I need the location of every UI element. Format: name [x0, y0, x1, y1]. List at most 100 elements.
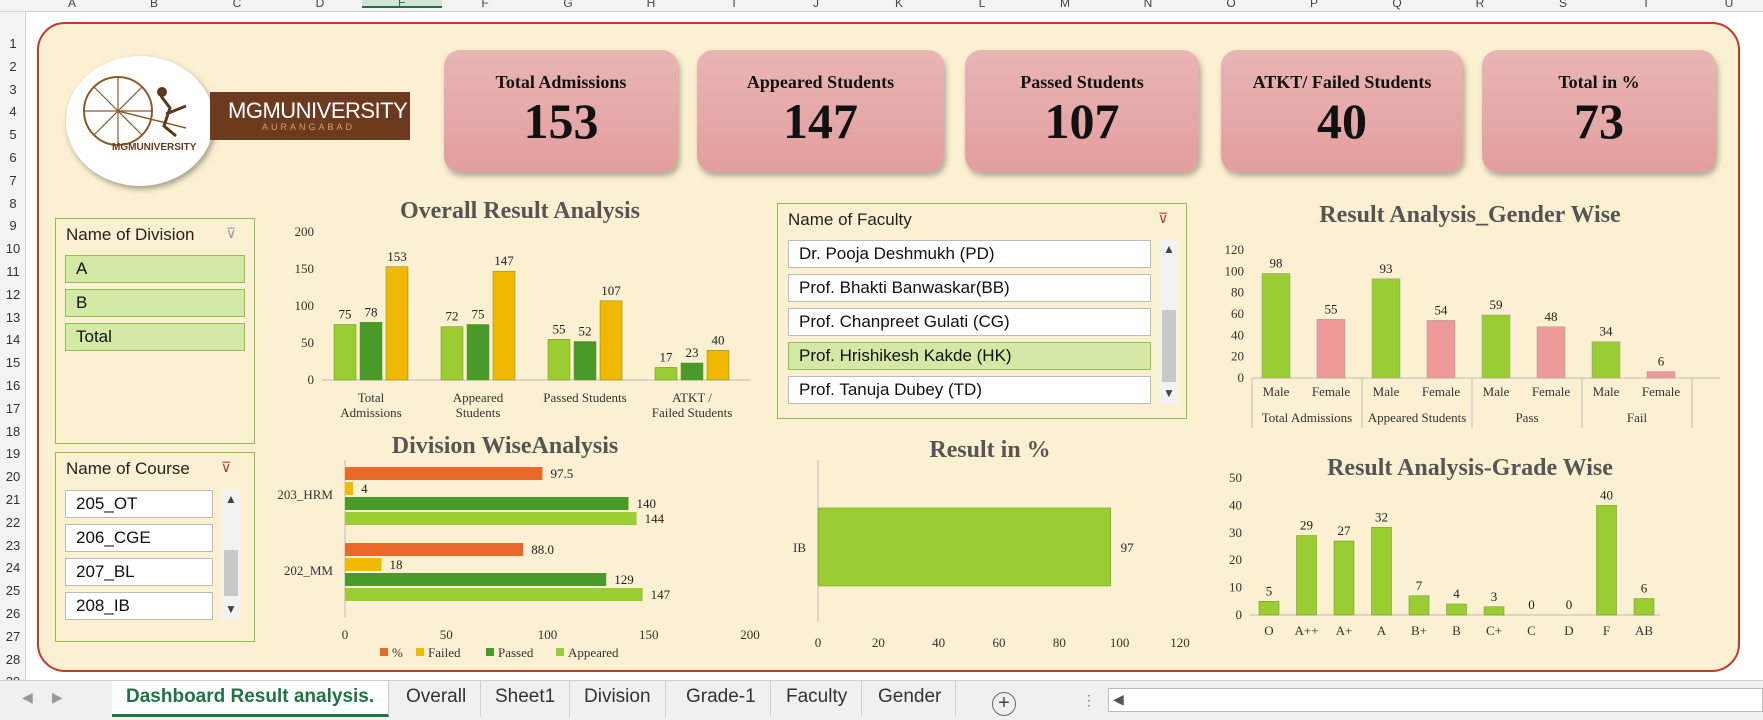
scroll-up-icon[interactable]: ▲ [1163, 242, 1175, 256]
category-label: Female [1642, 384, 1680, 399]
faculty-item-cg[interactable]: Prof. Chanpreet Gulati (CG) [788, 308, 1151, 336]
row-label[interactable]: 26 [0, 606, 26, 621]
row-label[interactable]: 25 [0, 583, 26, 598]
column-label[interactable]: P [1274, 0, 1354, 10]
kpi-appeared-students: Appeared Students 147 [697, 50, 944, 172]
clear-filter-icon[interactable]: ⊽ [1158, 210, 1176, 228]
column-label[interactable]: R [1440, 0, 1520, 10]
category-label: Female [1312, 384, 1350, 399]
row-label[interactable]: 6 [0, 150, 26, 165]
scroll-thumb[interactable] [1162, 310, 1176, 382]
row-label[interactable]: 22 [0, 515, 26, 530]
column-label[interactable]: D [280, 0, 360, 10]
tab-division[interactable]: Division [570, 681, 666, 717]
row-label[interactable]: 24 [0, 560, 26, 575]
kpi-total-admissions: Total Admissions 153 [444, 50, 678, 172]
category-label: 202_MM [284, 563, 334, 578]
column-label[interactable]: I [694, 0, 774, 10]
tab-faculty[interactable]: Faculty [772, 681, 863, 717]
tab-dashboard[interactable]: Dashboard Result analysis. [112, 681, 390, 717]
column-label[interactable]: U [1689, 0, 1763, 10]
tab-scroll-right-icon[interactable]: ▶ [52, 689, 63, 706]
row-label[interactable]: 1 [0, 36, 26, 51]
scroll-up-icon[interactable]: ▲ [225, 492, 237, 506]
slicer-scrollbar[interactable]: ▲ ▼ [222, 490, 240, 620]
tab-grade-1[interactable]: Grade-1 [672, 681, 771, 717]
row-label[interactable]: 20 [0, 469, 26, 484]
row-label[interactable]: 13 [0, 310, 26, 325]
more-tabs-icon[interactable]: ⋮ [1082, 692, 1096, 709]
data-label: 6 [1658, 354, 1665, 369]
column-label[interactable]: F [445, 0, 525, 10]
slicer-title: Name of Faculty [788, 210, 912, 229]
scroll-down-icon[interactable]: ▼ [225, 602, 237, 616]
row-label[interactable]: 2 [0, 59, 26, 74]
column-label[interactable]: Q [1357, 0, 1437, 10]
row-label[interactable]: 28 [0, 652, 26, 667]
row-label[interactable]: 12 [0, 287, 26, 302]
faculty-item-hk[interactable]: Prof. Hrishikesh Kakde (HK) [788, 342, 1151, 370]
row-label[interactable]: 17 [0, 401, 26, 416]
course-slicer: Name of Course ⊽ 205_OT 206_CGE 207_BL 2… [55, 452, 255, 642]
slicer-item-208-ib[interactable]: 208_IB [65, 592, 213, 620]
row-label[interactable]: 9 [0, 218, 26, 233]
slicer-scrollbar[interactable]: ▲ ▼ [1160, 240, 1178, 404]
row-label[interactable]: 5 [0, 127, 26, 142]
row-label[interactable]: 15 [0, 355, 26, 370]
category-label: Male [1373, 384, 1400, 399]
clear-filter-icon[interactable]: ⊽ [226, 225, 244, 243]
row-label[interactable]: 19 [0, 446, 26, 461]
column-label[interactable]: T [1606, 0, 1686, 10]
slicer-item-205-ot[interactable]: 205_OT [65, 490, 213, 518]
row-label[interactable]: 21 [0, 492, 26, 507]
data-label: 7 [1416, 578, 1423, 593]
slicer-item-b[interactable]: B [65, 289, 245, 317]
faculty-item-pd[interactable]: Dr. Pooja Deshmukh (PD) [788, 240, 1151, 268]
row-label[interactable]: 14 [0, 332, 26, 347]
row-label[interactable]: 23 [0, 538, 26, 553]
bar [1536, 326, 1566, 379]
tab-scroll-left-icon[interactable]: ◀ [22, 689, 33, 706]
tab-overall[interactable]: Overall [392, 681, 482, 717]
column-label[interactable]: C [197, 0, 277, 10]
row-label[interactable]: 3 [0, 82, 26, 97]
add-sheet-icon[interactable]: + [992, 692, 1016, 716]
column-label[interactable]: A [32, 0, 112, 10]
column-label[interactable]: K [859, 0, 939, 10]
scroll-thumb[interactable] [224, 550, 238, 596]
faculty-item-td[interactable]: Prof. Tanuja Dubey (TD) [788, 376, 1151, 404]
slicer-item-total[interactable]: Total [65, 323, 245, 351]
slicer-item-207-bl[interactable]: 207_BL [65, 558, 213, 586]
faculty-item-bb[interactable]: Prof. Bhakti Banwaskar(BB) [788, 274, 1151, 302]
row-label[interactable]: 27 [0, 629, 26, 644]
column-label[interactable]: G [528, 0, 608, 10]
tab-gender[interactable]: Gender [864, 681, 957, 717]
scroll-left-icon[interactable]: ◀ [1113, 691, 1124, 708]
column-label[interactable]: J [776, 0, 856, 10]
slicer-item-206-cge[interactable]: 206_CGE [65, 524, 213, 552]
column-label[interactable]: M [1025, 0, 1105, 10]
column-label[interactable]: O [1191, 0, 1271, 10]
tab-sheet1[interactable]: Sheet1 [481, 681, 571, 717]
horizontal-scrollbar[interactable]: ◀ [1108, 688, 1763, 712]
row-label[interactable]: 8 [0, 196, 26, 211]
column-label[interactable]: H [611, 0, 691, 10]
clear-filter-icon[interactable]: ⊽ [221, 459, 239, 477]
bar [1596, 505, 1617, 616]
row-label[interactable]: 16 [0, 378, 26, 393]
group-label: Total Admissions [1262, 410, 1352, 425]
column-label[interactable]: B [114, 0, 194, 10]
scroll-down-icon[interactable]: ▼ [1163, 386, 1175, 400]
row-label[interactable]: 7 [0, 173, 26, 188]
row-label[interactable]: 10 [0, 241, 26, 256]
column-label[interactable]: E [362, 0, 442, 10]
row-label[interactable]: 4 [0, 104, 26, 119]
row-label[interactable]: 11 [0, 264, 26, 279]
column-label[interactable]: S [1523, 0, 1603, 10]
data-label: 0 [1566, 597, 1573, 612]
row-label[interactable]: 18 [0, 424, 26, 439]
category-label: IB [793, 540, 806, 555]
column-label[interactable]: L [942, 0, 1022, 10]
column-label[interactable]: N [1108, 0, 1188, 10]
slicer-item-a[interactable]: A [65, 255, 245, 283]
